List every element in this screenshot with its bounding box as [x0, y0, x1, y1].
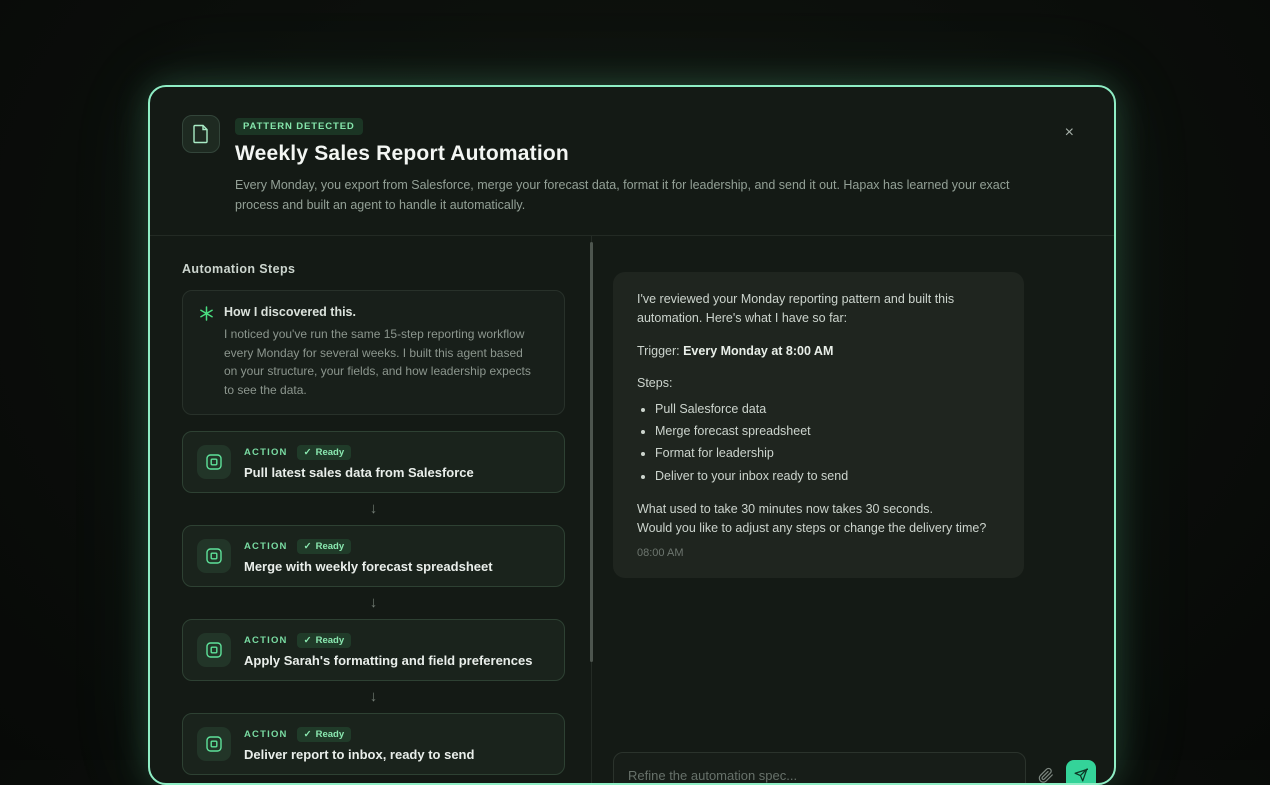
modal-title: Weekly Sales Report Automation — [235, 142, 1010, 166]
automation-steps-panel: Automation Steps How I discovered this. … — [150, 236, 591, 783]
discovery-card: How I discovered this. I noticed you've … — [182, 290, 565, 415]
trigger-label: Trigger: — [637, 344, 680, 358]
summary-line-2: Would you like to adjust any steps or ch… — [637, 519, 1000, 538]
steps-list: ACTION ✓ Ready Pull latest sales data fro… — [182, 431, 565, 783]
step-card[interactable]: ACTION ✓ Ready Merge with weekly forecast… — [182, 525, 565, 587]
step-label: Apply Sarah's formatting and field prefe… — [244, 653, 532, 668]
step-text: ACTION ✓ Ready Pull latest sales data fro… — [244, 445, 474, 480]
step-type-label: ACTION — [244, 447, 288, 458]
message-trigger: Trigger: Every Monday at 8:00 AM — [637, 342, 1000, 361]
ready-badge: ✓ Ready — [297, 445, 351, 460]
step-card[interactable]: ACTION ✓ Ready Apply Sarah's formatting a… — [182, 619, 565, 681]
chat-input-row — [613, 752, 1096, 785]
paper-plane-icon — [1074, 768, 1088, 782]
ready-badge-label: Ready — [316, 635, 345, 646]
step-text: ACTION ✓ Ready Merge with weekly forecast… — [244, 539, 493, 574]
message-step-item: Format for leadership — [655, 444, 1000, 463]
action-icon — [197, 445, 231, 479]
step-card[interactable]: ACTION ✓ Ready Pull latest sales data fro… — [182, 431, 565, 493]
summary-line-1: What used to take 30 minutes now takes 3… — [637, 500, 1000, 519]
message-intro: I've reviewed your Monday reporting patt… — [637, 290, 1000, 329]
step-card[interactable]: ACTION ✓Ready Deliver report to inbox, r… — [182, 713, 565, 775]
document-icon — [182, 115, 220, 153]
close-button[interactable]: × — [1063, 123, 1076, 143]
discovery-title: How I discovered this. — [224, 305, 534, 319]
discovery-body: I noticed you've run the same 15-step re… — [224, 325, 534, 399]
modal-subtitle: Every Monday, you export from Salesforce… — [235, 175, 1010, 215]
action-icon — [197, 633, 231, 667]
check-icon: ✓ — [304, 541, 312, 552]
automation-modal: PATTERN DETECTED Weekly Sales Report Aut… — [148, 85, 1116, 785]
modal-header: PATTERN DETECTED Weekly Sales Report Aut… — [150, 87, 1114, 236]
step-label: Merge with weekly forecast spreadsheet — [244, 559, 493, 574]
ready-badge-label: Ready — [316, 541, 345, 552]
arrow-down-icon: ↓ — [182, 775, 565, 783]
ready-badge: ✓ Ready — [297, 633, 351, 648]
message-step-item: Merge forecast spreadsheet — [655, 422, 1000, 441]
step-text: ACTION ✓Ready Deliver report to inbox, r… — [244, 727, 474, 762]
header-text: PATTERN DETECTED Weekly Sales Report Aut… — [235, 115, 1010, 215]
ready-badge-label: Ready — [316, 447, 345, 458]
chat-panel: I've reviewed your Monday reporting patt… — [592, 236, 1114, 783]
ready-badge: ✓ Ready — [297, 727, 351, 742]
message-step-item: Deliver to your inbox ready to send — [655, 467, 1000, 486]
step-label: Pull latest sales data from Salesforce — [244, 465, 474, 480]
ready-badge-label: Ready — [316, 729, 345, 740]
assistant-message: I've reviewed your Monday reporting patt… — [613, 272, 1024, 578]
trigger-value: Every Monday at 8:00 AM — [683, 344, 833, 358]
arrow-down-icon: ↓ — [182, 493, 565, 525]
step-text: ACTION ✓ Ready Apply Sarah's formatting a… — [244, 633, 532, 668]
pattern-detected-badge: PATTERN DETECTED — [235, 118, 363, 135]
action-icon — [197, 539, 231, 573]
check-icon: ✓ — [304, 447, 312, 458]
automation-steps-heading: Automation Steps — [182, 262, 565, 276]
message-summary: What used to take 30 minutes now takes 3… — [637, 500, 1000, 539]
message-step-item: Pull Salesforce data — [655, 400, 1000, 419]
arrow-down-icon: ↓ — [182, 681, 565, 713]
chat-input[interactable] — [613, 752, 1026, 785]
check-icon: ✓ — [304, 729, 312, 740]
paperclip-icon[interactable] — [1038, 767, 1054, 784]
message-steps-list: Pull Salesforce data Merge forecast spre… — [637, 400, 1000, 487]
step-type-label: ACTION — [244, 729, 288, 740]
discovery-text: How I discovered this. I noticed you've … — [224, 305, 534, 399]
message-timestamp: 08:00 AM — [637, 545, 1000, 562]
modal-body: Automation Steps How I discovered this. … — [150, 236, 1114, 783]
arrow-down-icon: ↓ — [182, 587, 565, 619]
send-button[interactable] — [1066, 760, 1096, 785]
sparkle-icon — [199, 306, 214, 399]
check-icon: ✓ — [304, 635, 312, 646]
step-type-label: ACTION — [244, 635, 288, 646]
message-steps-label: Steps: — [637, 374, 1000, 393]
step-type-label: ACTION — [244, 541, 288, 552]
action-icon — [197, 727, 231, 761]
ready-badge: ✓ Ready — [297, 539, 351, 554]
